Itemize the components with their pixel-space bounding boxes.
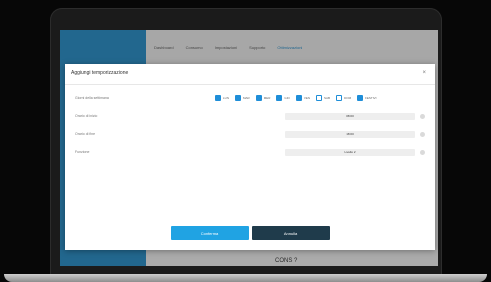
days-row: Giorni della settimana LUN MAR MER GIO V… bbox=[75, 93, 425, 107]
laptop-screen: Dashboard Consumo Impostazioni Supporto … bbox=[60, 30, 438, 266]
checkbox-icon[interactable] bbox=[235, 95, 242, 101]
checkbox-icon[interactable] bbox=[336, 95, 343, 101]
day-label: LUN bbox=[223, 96, 230, 100]
day-checkbox-mar[interactable]: MAR bbox=[235, 95, 250, 101]
day-label: SAB bbox=[324, 96, 331, 100]
chevron-down-icon[interactable] bbox=[420, 150, 425, 155]
day-checkboxes: LUN MAR MER GIO VEN SAB DOM FESTIVI bbox=[215, 95, 376, 101]
start-time-input[interactable]: 08:00 bbox=[285, 113, 425, 120]
function-label: Funzione bbox=[75, 150, 90, 154]
clock-icon[interactable] bbox=[420, 132, 425, 137]
day-checkbox-ven[interactable]: VEN bbox=[295, 95, 311, 101]
start-time-row: Orario di inizio 08:00 bbox=[75, 111, 425, 125]
start-time-label: Orario di inizio bbox=[75, 114, 98, 118]
clock-icon[interactable] bbox=[420, 114, 425, 119]
dialog-actions: Conferma Annulla bbox=[65, 226, 435, 240]
day-checkbox-mer[interactable]: MER bbox=[255, 95, 271, 101]
dialog-title: Aggiungi temporizzazione bbox=[71, 70, 129, 76]
close-icon[interactable]: × bbox=[422, 70, 426, 76]
day-checkbox-dom[interactable]: DOM bbox=[336, 95, 351, 101]
checkbox-icon[interactable] bbox=[215, 95, 221, 101]
day-label: VEN bbox=[303, 96, 311, 100]
dialog-header-divider bbox=[65, 84, 435, 85]
day-label: DOM bbox=[344, 96, 352, 100]
checkbox-icon[interactable] bbox=[316, 95, 323, 101]
day-checkbox-gio[interactable]: GIO bbox=[276, 95, 290, 101]
end-time-input[interactable]: 18:00 bbox=[285, 131, 425, 138]
end-time-value: 18:00 bbox=[346, 132, 354, 136]
day-label: FESTIVI bbox=[365, 96, 377, 100]
function-row: Funzione Livello 2 bbox=[75, 147, 425, 161]
checkbox-icon[interactable] bbox=[295, 95, 302, 101]
day-label: MER bbox=[263, 96, 271, 100]
end-time-row: Orario di fine 18:00 bbox=[75, 129, 425, 143]
day-label: GIO bbox=[284, 96, 290, 100]
checkbox-icon[interactable] bbox=[357, 95, 364, 101]
checkbox-icon[interactable] bbox=[255, 95, 262, 101]
day-checkbox-festivi[interactable]: FESTIVI bbox=[357, 95, 376, 101]
laptop-base bbox=[4, 274, 487, 282]
day-checkbox-lun[interactable]: LUN bbox=[215, 95, 229, 101]
end-time-label: Orario di fine bbox=[75, 132, 96, 136]
checkbox-icon[interactable] bbox=[276, 95, 283, 101]
add-timing-dialog: Aggiungi temporizzazione × Giorni della … bbox=[65, 64, 435, 250]
day-checkbox-sab[interactable]: SAB bbox=[316, 95, 330, 101]
day-label: MAR bbox=[243, 96, 250, 100]
cancel-button[interactable]: Annulla bbox=[251, 226, 330, 240]
days-label: Giorni della settimana bbox=[75, 96, 109, 100]
function-select[interactable]: Livello 2 bbox=[285, 149, 425, 156]
start-time-value: 08:00 bbox=[346, 114, 354, 118]
function-value: Livello 2 bbox=[344, 150, 356, 154]
confirm-button[interactable]: Conferma bbox=[170, 226, 249, 240]
